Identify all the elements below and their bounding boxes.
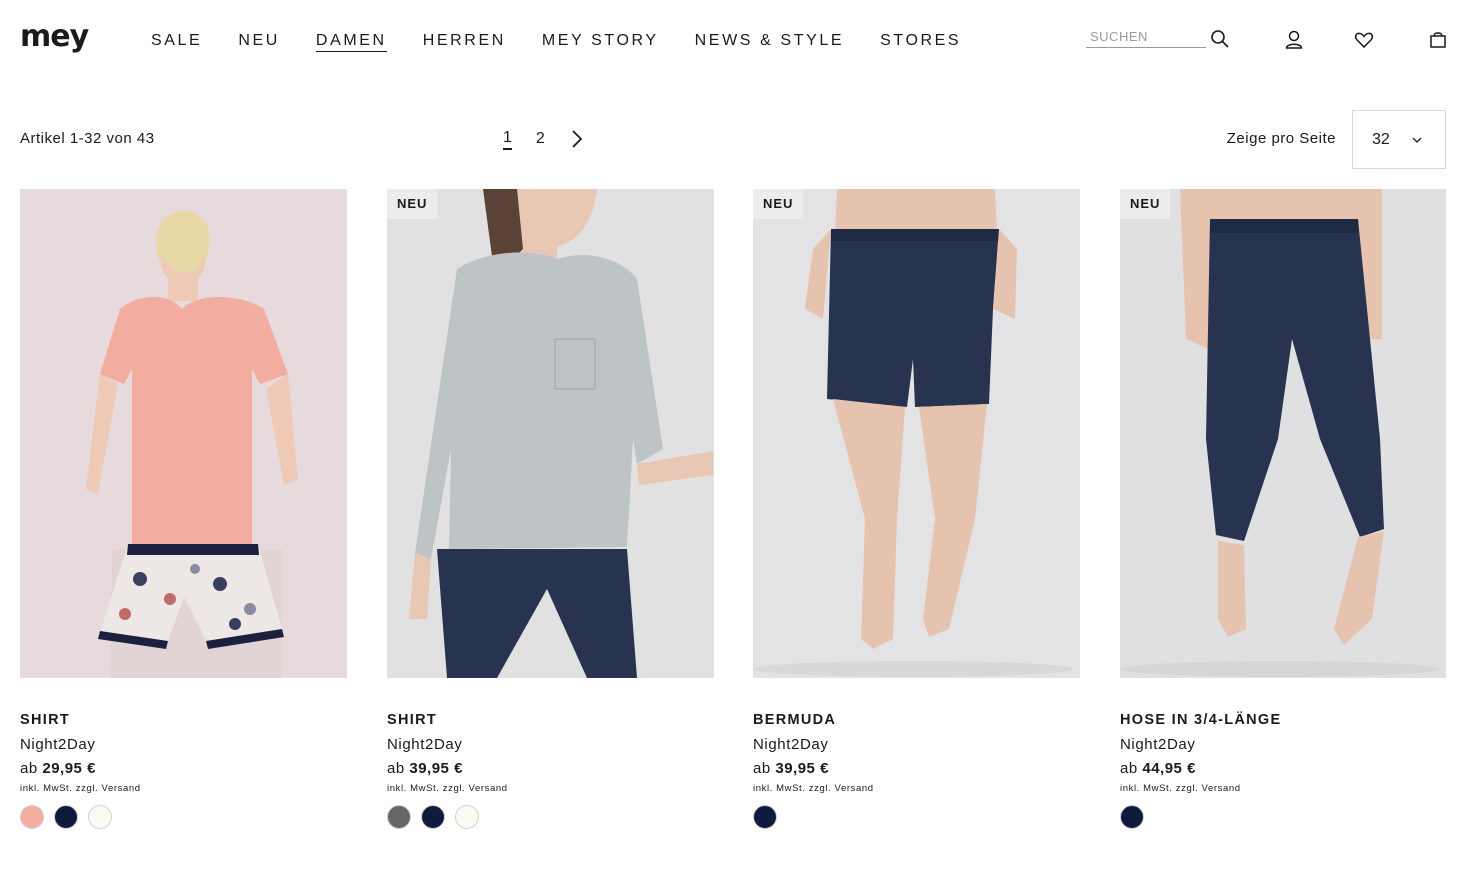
product-image[interactable]: NEU [753,189,1080,678]
product-title[interactable]: SHIRT [387,712,437,728]
new-badge: NEU [1120,189,1171,219]
logo-text: mey [20,19,89,54]
color-swatch[interactable] [20,805,44,829]
price-prefix: ab [387,760,405,777]
color-swatch[interactable] [421,805,445,829]
product-line: Night2Day [387,736,463,753]
color-swatch[interactable] [88,805,112,829]
nav-item-neu[interactable]: NEU [238,31,280,52]
color-swatch[interactable] [387,805,411,829]
item-count: Artikel 1-32 von 43 [20,130,155,147]
nav-item-herren[interactable]: HERREN [423,31,506,52]
product-line: Night2Day [20,736,96,753]
price-prefix: ab [1120,760,1138,777]
price-value: 44,95 € [1142,760,1196,777]
search-input[interactable] [1086,26,1206,48]
search-icon[interactable] [1210,29,1230,49]
color-swatch[interactable] [1120,805,1144,829]
color-swatches [387,805,489,829]
price-value: 29,95 € [42,760,96,777]
nav-item-sale[interactable]: SALE [151,31,202,52]
tax-note: inkl. MwSt. zzgl. Versand [387,783,508,794]
page-link-1[interactable]: 1 [503,128,512,150]
pagination: 1 2 [503,128,585,150]
tax-note: inkl. MwSt. zzgl. Versand [20,783,141,794]
product-title[interactable]: BERMUDA [753,712,836,728]
product-line: Night2Day [753,736,829,753]
price-value: 39,95 € [409,760,463,777]
nav-item-damen[interactable]: DAMEN [315,31,387,52]
color-swatches [20,805,122,829]
color-swatch[interactable] [753,805,777,829]
color-swatches [1120,805,1154,829]
product-price: ab 39,95 € [387,760,463,777]
search-box [1086,26,1232,52]
main-navigation: SALE NEU DAMEN HERREN MEY STORY NEWS & S… [151,31,997,52]
new-badge: NEU [387,189,438,219]
user-icon[interactable] [1283,29,1305,51]
nav-item-mey-story[interactable]: MEY STORY [542,31,659,52]
nav-item-stores[interactable]: STORES [880,31,961,52]
tax-note: inkl. MwSt. zzgl. Versand [1120,783,1241,794]
product-card[interactable]: SHIRT Night2Day ab 29,95 € inkl. MwSt. z… [20,189,347,839]
page-link-2[interactable]: 2 [536,129,545,149]
nav-item-news-style[interactable]: NEWS & STYLE [695,31,844,52]
new-badge: NEU [753,189,804,219]
product-title[interactable]: SHIRT [20,712,70,728]
color-swatch[interactable] [455,805,479,829]
product-card[interactable]: NEU SHIRT Night2Day ab 39,95 € inkl. MwS… [387,189,714,839]
chevron-right-icon[interactable] [569,129,585,149]
site-header: mey SALE NEU DAMEN HERREN MEY STORY NEWS… [0,0,1483,80]
heart-icon[interactable] [1353,29,1375,51]
mey-logo[interactable]: mey [20,19,89,54]
color-swatch[interactable] [54,805,78,829]
product-grid: SHIRT Night2Day ab 29,95 € inkl. MwSt. z… [20,189,1446,849]
product-line: Night2Day [1120,736,1196,753]
chevron-down-icon [1412,137,1422,143]
product-price: ab 29,95 € [20,760,96,777]
product-price: ab 39,95 € [753,760,829,777]
listing-toolbar: Artikel 1-32 von 43 1 2 Zeige pro Seite … [20,110,1446,170]
product-title[interactable]: HOSE IN 3/4-LÄNGE [1120,712,1282,728]
product-image[interactable] [20,189,347,678]
per-page-label: Zeige pro Seite [1226,130,1336,147]
price-value: 39,95 € [775,760,829,777]
bag-icon[interactable] [1427,29,1449,51]
product-card[interactable]: NEU HOSE IN 3/4-LÄNGE Night2Day ab 44,95… [1120,189,1447,839]
product-image[interactable]: NEU [1120,189,1447,678]
product-image[interactable]: NEU [387,189,714,678]
tax-note: inkl. MwSt. zzgl. Versand [753,783,874,794]
product-price: ab 44,95 € [1120,760,1196,777]
color-swatches [753,805,787,829]
price-prefix: ab [20,760,38,777]
price-prefix: ab [753,760,771,777]
per-page-select[interactable]: 32 [1352,110,1446,169]
product-card[interactable]: NEU BERMUDA Night2Day ab 39,95 € inkl. M… [753,189,1080,839]
per-page-value: 32 [1372,131,1390,148]
